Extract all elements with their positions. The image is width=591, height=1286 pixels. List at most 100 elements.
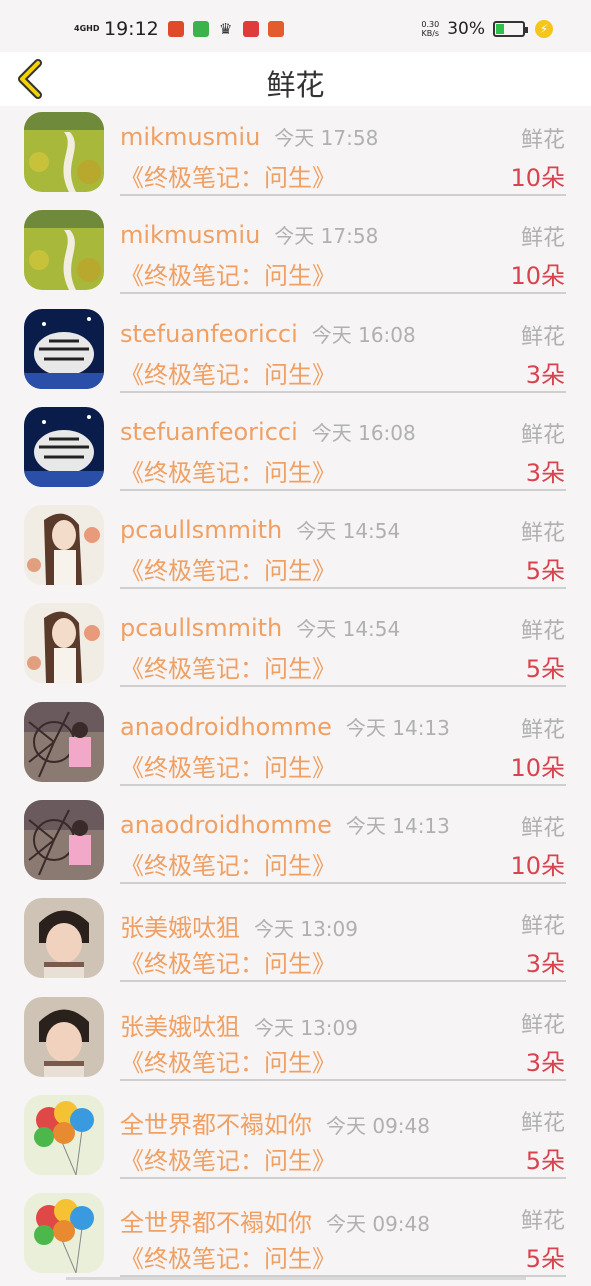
list-item[interactable]: mikmusmiu今天 17:58《终极笔记：问生》鲜花10朵 xyxy=(0,106,591,204)
list-item[interactable]: stefuanfeoricci今天 16:08 《终极笔记：问生》 鲜花 3朵 xyxy=(0,401,591,499)
username[interactable]: stefuanfeoricci 今天 16:08 xyxy=(120,319,416,348)
divider xyxy=(120,489,566,491)
username-text: pcaullsmmith xyxy=(120,614,282,642)
gift-type: 鲜花 xyxy=(521,1203,565,1235)
list-item[interactable]: pcaullsmmith 今天 14:54 《终极笔记：问生》 鲜花 5朵 xyxy=(0,597,591,695)
gift-count: 3朵 xyxy=(526,453,565,488)
username[interactable]: 张美娥呔狙今天 13:09 xyxy=(120,1007,358,1042)
notification-app-icon xyxy=(168,21,184,37)
username[interactable]: stefuanfeoricci今天 16:08 xyxy=(120,417,416,446)
gift-count: 3朵 xyxy=(526,355,565,390)
battery-fill xyxy=(496,24,504,34)
gift-type: 鲜花 xyxy=(521,220,565,252)
avatar[interactable] xyxy=(24,112,104,192)
timestamp: 今天 16:08 xyxy=(312,323,416,347)
status-left: 4GHD 19:12 ♛ xyxy=(74,18,284,40)
book-title[interactable]: 《终极笔记：问生》 xyxy=(120,453,336,488)
battery-percent: 30% xyxy=(447,19,485,39)
timestamp: 今天 16:08 xyxy=(312,421,416,445)
avatar[interactable] xyxy=(24,1193,104,1273)
network-indicator: 4GHD xyxy=(74,25,100,33)
username[interactable]: anaodroidhomme今天 14:13 xyxy=(120,810,450,839)
page-title: 鲜花 xyxy=(0,62,591,104)
username-text: stefuanfeoricci xyxy=(120,320,298,348)
gift-count: 5朵 xyxy=(526,1141,565,1176)
avatar[interactable] xyxy=(24,505,104,585)
book-title[interactable]: 《终极笔记：问生》 xyxy=(120,158,336,193)
book-title[interactable]: 《终极笔记：问生》 xyxy=(120,748,336,783)
list-item[interactable]: anaodroidhomme今天 14:13《终极笔记：问生》鲜花10朵 xyxy=(0,794,591,892)
username-text: 张美娥呔狙 xyxy=(120,1013,240,1041)
gift-count: 10朵 xyxy=(510,256,565,291)
timestamp: 今天 13:09 xyxy=(254,917,358,941)
gift-count: 5朵 xyxy=(526,1239,565,1274)
gift-type: 鲜花 xyxy=(521,417,565,449)
username[interactable]: pcaullsmmith今天 14:54 xyxy=(120,515,400,544)
list-item[interactable]: pcaullsmmith今天 14:54《终极笔记：问生》鲜花5朵 xyxy=(0,499,591,597)
avatar[interactable] xyxy=(24,1095,104,1175)
avatar[interactable] xyxy=(24,702,104,782)
gift-count: 10朵 xyxy=(510,158,565,193)
list-item[interactable]: anaodroidhomme今天 14:13《终极笔记：问生》鲜花10朵 xyxy=(0,696,591,794)
book-title[interactable]: 《终极笔记：问生》 xyxy=(120,355,336,390)
notification-app-icon xyxy=(268,21,284,37)
divider xyxy=(120,1177,566,1179)
avatar[interactable] xyxy=(24,800,104,880)
timestamp: 今天 17:58 xyxy=(274,126,378,150)
divider xyxy=(120,292,566,294)
divider xyxy=(120,685,566,687)
crown-icon: ♛ xyxy=(218,21,234,37)
divider xyxy=(120,980,566,982)
timestamp: 今天 17:58 xyxy=(274,224,378,248)
username-text: pcaullsmmith xyxy=(120,516,282,544)
username[interactable]: mikmusmiu今天 17:58 xyxy=(120,220,378,249)
book-title[interactable]: 《终极笔记：问生》 xyxy=(120,256,336,291)
book-title[interactable]: 《终极笔记：问生》 xyxy=(120,551,336,586)
list-item[interactable]: 张美娥呔狙今天 13:09《终极笔记：问生》 鲜花 3朵 xyxy=(0,991,591,1089)
username[interactable]: mikmusmiu 今天 17:58 xyxy=(120,122,378,151)
gift-count: 3朵 xyxy=(526,1043,565,1078)
gift-type: 鲜花 xyxy=(521,515,565,547)
username[interactable]: 全世界都不褟如你今天 09:48 xyxy=(120,1203,430,1238)
book-title[interactable]: 《终极笔记：问生》 xyxy=(120,1239,336,1274)
gift-type: 鲜花 xyxy=(521,810,565,842)
book-title[interactable]: 《终极笔记：问生》 xyxy=(120,1141,336,1176)
divider xyxy=(120,391,566,393)
avatar[interactable] xyxy=(24,898,104,978)
timestamp: 今天 14:13 xyxy=(346,814,450,838)
username[interactable]: anaodroidhomme 今天 14:13 xyxy=(120,712,450,741)
timestamp: 今天 09:48 xyxy=(326,1212,430,1236)
timestamp: 今天 14:54 xyxy=(296,617,400,641)
divider xyxy=(120,194,566,196)
book-title[interactable]: 《终极笔记：问生》 xyxy=(120,649,336,684)
avatar[interactable] xyxy=(24,997,104,1077)
list-item[interactable]: 全世界都不褟如你今天 09:48《终极笔记：问生》 鲜花 5朵 xyxy=(0,1187,591,1285)
book-title[interactable]: 《终极笔记：问生》 xyxy=(120,944,336,979)
username-text: mikmusmiu xyxy=(120,123,260,151)
charging-icon: ⚡ xyxy=(535,20,553,38)
avatar[interactable] xyxy=(24,407,104,487)
avatar[interactable] xyxy=(24,210,104,290)
list-item[interactable]: 张美娥呔狙今天 13:09《终极笔记：问生》鲜花3朵 xyxy=(0,892,591,990)
nav-bar: 鲜花 xyxy=(0,52,591,106)
list-item[interactable]: 全世界都不褟如你今天 09:48《终极笔记：问生》 鲜花 5朵 xyxy=(0,1089,591,1187)
book-title[interactable]: 《终极笔记：问生》 xyxy=(120,846,336,881)
notification-app-icon xyxy=(193,21,209,37)
timestamp: 今天 14:13 xyxy=(346,716,450,740)
book-title[interactable]: 《终极笔记：问生》 xyxy=(120,1043,336,1078)
list-item[interactable]: stefuanfeoricci今天 16:08《终极笔记：问生》鲜花3朵 xyxy=(0,303,591,401)
username[interactable]: pcaullsmmith 今天 14:54 xyxy=(120,613,400,642)
status-bar: 4GHD 19:12 ♛ 0.30 KB/s 30% ⚡ xyxy=(0,0,591,52)
username-text: anaodroidhomme xyxy=(120,713,332,741)
flower-list: mikmusmiu今天 17:58《终极笔记：问生》鲜花10朵mikmusmiu… xyxy=(0,106,591,1286)
avatar[interactable] xyxy=(24,309,104,389)
gift-count: 10朵 xyxy=(510,748,565,783)
gift-type: 鲜花 xyxy=(521,613,565,645)
avatar[interactable] xyxy=(24,603,104,683)
username[interactable]: 张美娥呔狙今天 13:09 xyxy=(120,908,358,943)
username[interactable]: 全世界都不褟如你今天 09:48 xyxy=(120,1105,430,1140)
gift-type: 鲜花 xyxy=(521,1105,565,1137)
list-item[interactable]: mikmusmiu今天 17:58 《终极笔记：问生》 鲜花 10朵 xyxy=(0,204,591,302)
gift-type: 鲜花 xyxy=(521,1007,565,1039)
gift-count: 5朵 xyxy=(526,649,565,684)
